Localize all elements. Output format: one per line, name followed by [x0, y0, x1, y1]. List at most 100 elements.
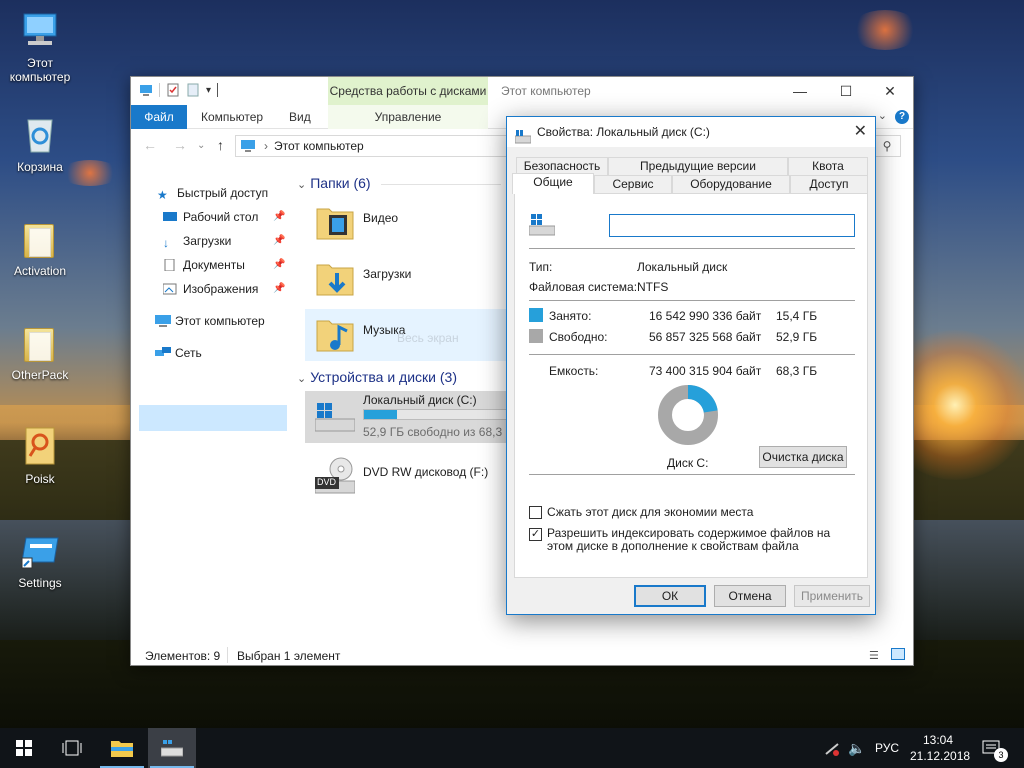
ok-button[interactable]: ОК [634, 585, 706, 607]
capacity-gb: 68,3 ГБ [776, 364, 818, 378]
minimize-button[interactable]: — [777, 77, 823, 105]
drive-usage-fill [364, 410, 398, 419]
chevron-down-icon[interactable]: ⌄ [878, 109, 887, 122]
tab-previous-versions[interactable]: Предыдущие версии [608, 157, 788, 175]
divider [380, 183, 501, 185]
new-folder-icon[interactable] [186, 83, 200, 97]
nav-label: Изображения [183, 282, 259, 296]
pin-icon[interactable]: 📌 [273, 235, 285, 246]
divider [529, 248, 855, 249]
help-icon[interactable]: ? [895, 110, 909, 124]
notification-count-badge: 3 [994, 748, 1008, 762]
nav-pictures[interactable]: Изображения [162, 277, 259, 301]
close-button[interactable]: ✕ [867, 77, 913, 105]
tab-view[interactable]: Вид [279, 105, 321, 129]
pin-icon[interactable]: 📌 [273, 283, 285, 294]
desktop-icon-activation[interactable]: Activation [0, 216, 80, 278]
desktop-icon-label: Корзина [17, 160, 63, 174]
star-icon: ★ [157, 188, 168, 202]
tab-sharing[interactable]: Доступ [790, 175, 868, 193]
filesystem-label: Файловая система: [529, 280, 638, 294]
status-item-count: Элементов: 9 [145, 649, 221, 663]
desktop-icon-this-pc[interactable]: Этот компьютер [0, 8, 80, 84]
tab-manage[interactable]: Управление [328, 105, 488, 129]
network-disconnected-icon[interactable] [824, 728, 840, 768]
filesystem-value: NTFS [637, 280, 669, 294]
compress-checkbox[interactable] [529, 506, 542, 519]
nav-network[interactable]: Сеть [155, 341, 202, 365]
recent-chevron-icon[interactable]: ⌄ [197, 140, 205, 151]
folders-group-header[interactable]: ⌄ Папки (6) [297, 175, 501, 191]
disk-cleanup-button[interactable]: Очистка диска [759, 446, 847, 468]
downloads-folder-icon [315, 259, 355, 299]
free-label: Свободно: [549, 330, 608, 344]
folder-label: Загрузки [363, 267, 412, 281]
language-indicator[interactable]: РУС [875, 728, 899, 768]
task-view-button[interactable] [48, 728, 96, 768]
tab-tools[interactable]: Сервис [594, 175, 672, 193]
folder-tile-downloads[interactable]: Загрузки [305, 253, 507, 305]
desktop-icon-label: Этот компьютер [9, 56, 71, 84]
volume-icon[interactable]: 🔈 [848, 728, 865, 768]
nav-documents[interactable]: Документы [163, 253, 245, 277]
action-center-button[interactable]: 3 [982, 728, 1008, 768]
close-icon[interactable]: ✕ [854, 117, 867, 147]
tab-quota[interactable]: Квота [788, 157, 868, 175]
desktop-icon-recycle-bin[interactable]: Корзина [0, 112, 80, 174]
devices-group-header[interactable]: ⌄ Устройства и диски (3) [297, 369, 457, 385]
tab-general[interactable]: Общие [512, 173, 594, 194]
up-arrow-icon[interactable]: ↑ [217, 137, 224, 153]
desktop-icon-otherpack[interactable]: OtherPack [0, 320, 80, 382]
details-view-icon[interactable]: ☰ [869, 649, 879, 662]
tab-computer[interactable]: Компьютер [191, 105, 273, 129]
taskbar-file-explorer[interactable] [98, 728, 146, 768]
drive-tile-dvd[interactable]: DVD DVD RW дисковод (F:) [305, 451, 507, 503]
disk-label: Диск C: [667, 456, 709, 470]
type-label: Тип: [529, 260, 553, 274]
search-icon[interactable]: ⚲ [873, 135, 901, 157]
taskbar-drive-properties[interactable] [148, 728, 196, 768]
pin-icon[interactable]: 📌 [273, 259, 285, 270]
pin-icon[interactable]: 📌 [273, 211, 285, 222]
volume-label-input[interactable] [609, 214, 855, 237]
index-checkbox[interactable]: ✓ [529, 528, 542, 541]
cancel-button[interactable]: Отмена [714, 585, 786, 607]
dialog-titlebar: Свойства: Локальный диск (C:) ✕ [507, 117, 875, 147]
free-gb: 52,9 ГБ [776, 330, 818, 344]
maximize-button[interactable]: ☐ [823, 77, 869, 105]
download-icon: ↓ [163, 236, 169, 250]
desktop-icon-label: Poisk [25, 472, 55, 486]
chevron-down-icon[interactable]: ▾ [206, 85, 211, 96]
dialog-title: Свойства: Локальный диск (C:) [537, 125, 710, 139]
apply-button[interactable]: Применить [794, 585, 870, 607]
properties-icon[interactable] [166, 83, 180, 97]
group-title: Устройства и диски (3) [310, 369, 457, 385]
nav-this-pc[interactable]: Этот компьютер [155, 309, 265, 333]
nav-desktop[interactable]: Рабочий стол [163, 205, 258, 229]
address-bar[interactable]: › Этот компьютер [235, 135, 535, 157]
nav-label: Этот компьютер [175, 314, 265, 328]
chevron-down-icon: ⌄ [297, 373, 307, 385]
drive-tile-c[interactable]: Локальный диск (C:) 52,9 ГБ свободно из … [305, 391, 507, 443]
desktop-icon-poisk[interactable]: Poisk [0, 424, 80, 486]
desktop-icon-label: OtherPack [11, 368, 69, 382]
forward-arrow-icon[interactable]: → [173, 137, 187, 153]
drive-label: DVD RW дисковод (F:) [363, 465, 489, 479]
breadcrumb: Этот компьютер [274, 139, 364, 153]
clock[interactable]: 13:04 21.12.2018 [910, 732, 970, 766]
folder-tile-music[interactable]: Музыка Весь экран [305, 309, 507, 361]
tiles-view-icon[interactable] [891, 648, 905, 660]
search-app-icon [18, 424, 62, 468]
tab-hardware[interactable]: Оборудование [672, 175, 790, 193]
nav-downloads[interactable]: ↓ Загрузки [163, 229, 231, 253]
nav-quick-access[interactable]: ★ Быстрый доступ [157, 181, 268, 205]
folder-tile-video[interactable]: Видео [305, 197, 507, 249]
tab-file[interactable]: Файл [131, 105, 187, 129]
network-icon [155, 343, 171, 356]
desktop-icon-settings[interactable]: Settings [0, 528, 80, 590]
windows-drive-icon [314, 397, 356, 437]
back-arrow-icon[interactable]: ← [143, 137, 157, 153]
status-selected-count: Выбран 1 элемент [237, 649, 341, 663]
start-button[interactable] [0, 728, 48, 768]
nav-label: Быстрый доступ [177, 186, 269, 200]
